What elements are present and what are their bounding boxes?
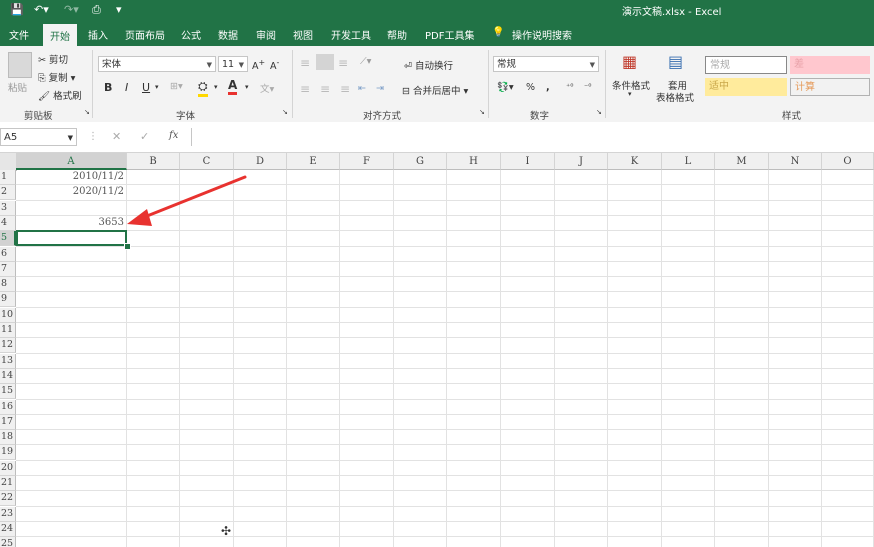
move-cursor-icon: ✣	[221, 524, 232, 538]
annotation-arrow	[127, 175, 247, 226]
